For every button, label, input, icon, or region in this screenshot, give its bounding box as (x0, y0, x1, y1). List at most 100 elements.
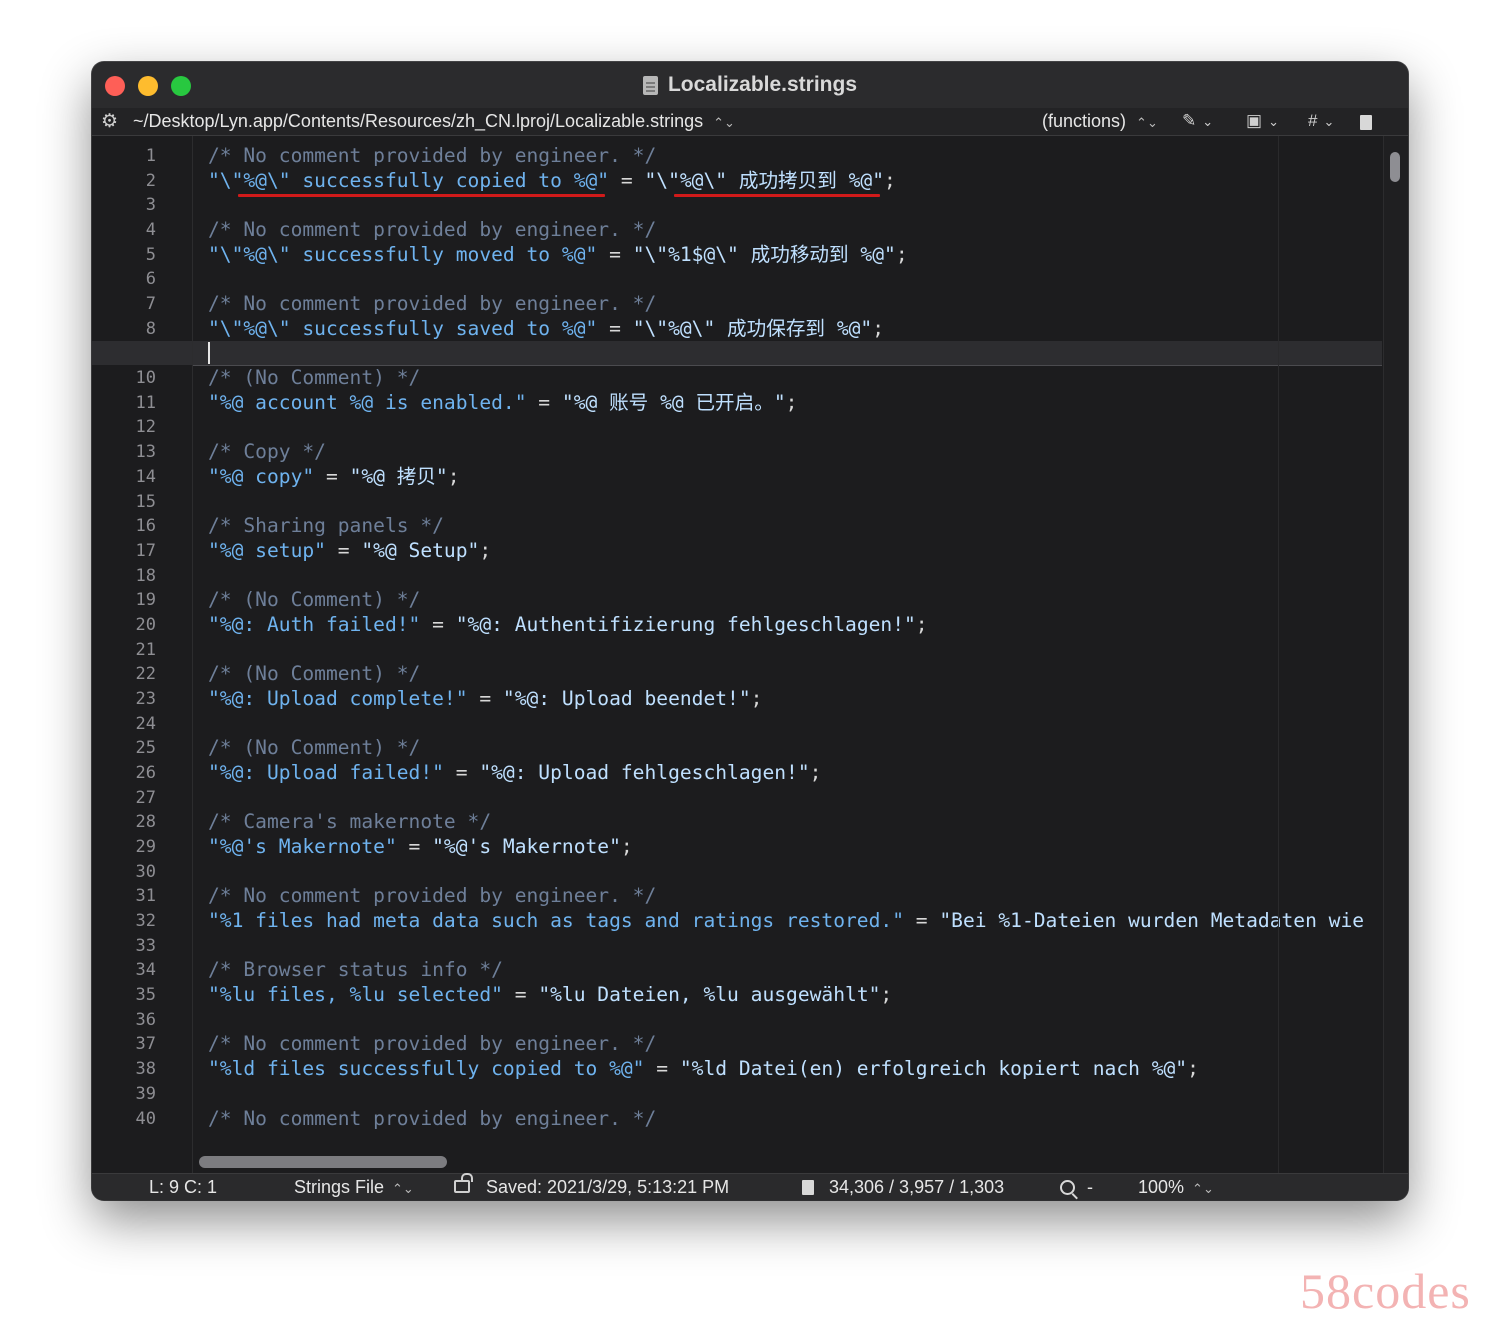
code-token-op: ; (785, 390, 798, 414)
vertical-scrollbar[interactable] (1383, 136, 1408, 1173)
line-number: 27 (135, 787, 156, 808)
code-token-op: = (502, 983, 539, 1007)
document-icon (642, 75, 658, 95)
line-number: 10 (135, 368, 156, 389)
bookmarks-menu[interactable]: # ⌄ (1308, 111, 1334, 131)
site-watermark: 58codes (1300, 1263, 1471, 1319)
syntax-mode-popup[interactable]: Strings File ⌃⌄ (294, 1177, 414, 1198)
status-bar: L: 9 C: 1 Strings File ⌃⌄ Saved: 2021/3/2… (92, 1173, 1408, 1200)
line-number: 39 (135, 1083, 156, 1104)
code-token-val: "\"%1$@\" 成功移动到 %@" (632, 242, 896, 266)
code-line[interactable]: "%lu files, %lu selected" = "%lu Dateien… (208, 983, 892, 1007)
code-token-val: "\"%@\" 成功保存到 %@" (632, 316, 873, 340)
red-underline-annotation (674, 193, 881, 197)
code-line[interactable]: /* (No Comment) */ (208, 588, 420, 612)
code-line[interactable]: /* Sharing panels */ (208, 514, 444, 538)
code-token-key: "%@ copy" (208, 464, 315, 488)
code-token-comment: /* No comment provided by engineer. */ (208, 144, 657, 167)
document-stack-icon: ▣ (1246, 111, 1263, 130)
file-path-popup[interactable]: ~/Desktop/Lyn.app/Contents/Resources/zh_… (133, 111, 735, 132)
code-line[interactable]: /* No comment provided by engineer. */ (208, 144, 656, 168)
code-token-comment: /* Camera's makernote */ (208, 810, 492, 834)
line-number: 23 (135, 688, 156, 709)
code-token-op: ; (895, 242, 908, 266)
line-number: 3 (145, 195, 156, 216)
horizontal-scroll-thumb[interactable] (199, 1156, 447, 1168)
code-token-op: ; (479, 538, 492, 562)
documents-menu[interactable]: ▣ ⌄ (1246, 111, 1279, 131)
code-token-comment: /* No comment provided by engineer. */ (208, 218, 657, 242)
code-line[interactable]: /* No comment provided by engineer. */ (208, 1032, 656, 1056)
code-line[interactable]: /* (No Comment) */ (208, 662, 420, 686)
functions-popup[interactable]: (functions) ⌃⌄ (1042, 111, 1158, 132)
code-line[interactable]: /* No comment provided by engineer. */ (208, 1107, 656, 1131)
chevron-down-icon: ⌄ (1202, 114, 1214, 129)
code-token-comment: /* No comment provided by engineer. */ (208, 884, 657, 908)
window-title-group: Localizable.strings (92, 62, 1408, 108)
code-token-op: = (597, 242, 633, 266)
title-bar: Localizable.strings (92, 62, 1408, 109)
code-line[interactable]: "%@ copy" = "%@ 拷贝"; (208, 465, 460, 489)
code-token-op: ; (620, 835, 633, 859)
code-line[interactable]: "%@: Upload failed!" = "%@: Upload fehlg… (208, 761, 821, 785)
updown-arrows-icon: ⌃⌄ (1136, 115, 1158, 130)
vertical-scroll-thumb[interactable] (1390, 152, 1400, 182)
pen-icon: ✎ (1182, 111, 1197, 130)
line-number-gutter: 1234567891011121314151617181920212223242… (92, 136, 193, 1173)
code-line[interactable]: /* (No Comment) */ (208, 736, 420, 760)
code-token-val: "%lu Dateien, %lu ausgewählt" (538, 983, 881, 1007)
line-number: 11 (135, 392, 156, 413)
code-line[interactable]: /* No comment provided by engineer. */ (208, 218, 656, 242)
zoom-popup[interactable]: 100% ⌃⌄ (1138, 1177, 1214, 1198)
code-line[interactable]: "%@ setup" = "%@ Setup"; (208, 539, 491, 563)
file-path: ~/Desktop/Lyn.app/Contents/Resources/zh_… (133, 111, 704, 131)
file-info-button[interactable] (1360, 113, 1372, 133)
code-token-op: ; (1187, 1057, 1199, 1081)
code-token-val: "%@: Authentifizierung fehlgeschlagen!" (455, 612, 916, 636)
document-stats[interactable]: 34,306 / 3,957 / 1,303 (829, 1177, 1004, 1198)
line-number: 31 (135, 886, 156, 907)
code-line[interactable]: /* (No Comment) */ (208, 366, 420, 390)
text-caret (208, 342, 210, 365)
code-line[interactable]: "\"%@\" successfully saved to %@" = "\"%… (208, 317, 884, 341)
code-line[interactable]: "%@'s Makernote" = "%@'s Makernote"; (208, 835, 633, 859)
code-line[interactable]: /* Copy */ (208, 440, 326, 464)
code-line[interactable]: "%ld files successfully copied to %@" = … (208, 1057, 1199, 1081)
code-token-op: = (325, 538, 362, 562)
code-token-comment: /* (No Comment) */ (208, 736, 421, 760)
cursor-position[interactable]: L: 9 C: 1 (149, 1177, 217, 1198)
code-token-comment: /* Copy */ (208, 440, 326, 464)
magnifier-icon (1060, 1180, 1075, 1195)
gear-icon[interactable]: ⚙ (101, 110, 118, 133)
code-token-key: "%1 files had meta data such as tags and… (208, 909, 904, 933)
code-token-comment: /* No comment provided by engineer. */ (208, 292, 657, 316)
code-token-op: = (314, 464, 350, 488)
markers-menu[interactable]: ✎ ⌄ (1182, 111, 1213, 131)
code-token-val: "%@: Upload fehlgeschlagen!" (479, 761, 810, 784)
code-token-val: "%@'s Makernote" (432, 835, 621, 859)
code-line[interactable]: "%1 files had meta data such as tags and… (208, 909, 1364, 933)
line-number: 17 (135, 540, 156, 561)
code-line[interactable]: /* No comment provided by engineer. */ (208, 884, 656, 908)
line-number: 5 (145, 244, 156, 265)
code-line[interactable]: "\"%@\" successfully moved to %@" = "\"%… (208, 243, 908, 267)
line-number: 1 (145, 146, 156, 166)
code-editor[interactable]: 1234567891011121314151617181920212223242… (92, 136, 1382, 1173)
code-token-op: ; (884, 168, 896, 192)
line-number: 14 (135, 466, 156, 487)
code-line[interactable]: /* Browser status info */ (208, 958, 503, 982)
code-line[interactable]: /* No comment provided by engineer. */ (208, 292, 656, 316)
line-number: 25 (135, 738, 156, 759)
code-line[interactable]: "\"%@\" successfully copied to %@" = "\"… (208, 169, 896, 193)
code-line[interactable]: "%@: Auth failed!" = "%@: Authentifizier… (208, 613, 928, 637)
code-token-val: "%ld Datei(en) erfolgreich kopiert nach … (679, 1057, 1188, 1081)
line-number: 36 (135, 1009, 156, 1030)
line-number: 28 (135, 812, 156, 833)
code-line[interactable]: "%@: Upload complete!" = "%@: Upload bee… (208, 687, 762, 711)
code-line[interactable]: "%@ account %@ is enabled." = "%@ 账号 %@ … (208, 391, 797, 415)
code-token-key: "\"%@\" successfully copied to %@" (208, 168, 610, 192)
red-underline-annotation (238, 193, 606, 197)
code-token-val: "%@: Upload beendet!" (502, 686, 751, 710)
code-token-val: "\"%@\" 成功拷贝到 %@" (644, 168, 885, 192)
code-line[interactable]: /* Camera's makernote */ (208, 810, 491, 834)
